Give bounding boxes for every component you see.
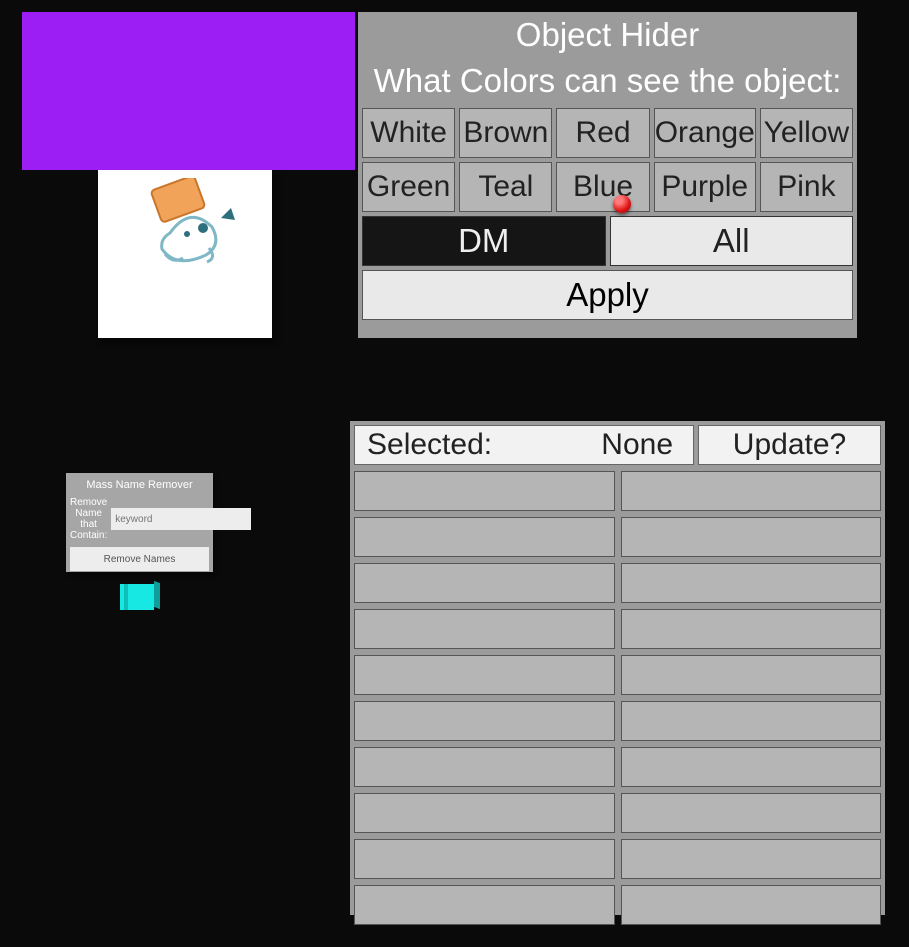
color-purple[interactable]: Purple	[654, 162, 756, 212]
selection-list-panel: Selected: None Update?	[350, 421, 885, 915]
list-item[interactable]	[354, 655, 615, 695]
dm-button[interactable]: DM	[362, 216, 606, 266]
list-item[interactable]	[621, 563, 882, 603]
object-hider-panel: Object Hider What Colors can see the obj…	[358, 12, 857, 338]
remover-label: Remove Name that Contain:	[70, 497, 107, 541]
list-item[interactable]	[354, 517, 615, 557]
list-item[interactable]	[621, 747, 882, 787]
tool-panel-purple[interactable]	[22, 12, 355, 170]
cyan-object-token[interactable]	[124, 584, 154, 610]
list-item[interactable]	[354, 793, 615, 833]
selected-value: None	[601, 428, 673, 462]
color-green[interactable]: Green	[362, 162, 455, 212]
list-item[interactable]	[621, 609, 882, 649]
all-button[interactable]: All	[610, 216, 854, 266]
list-item[interactable]	[354, 701, 615, 741]
color-yellow[interactable]: Yellow	[760, 108, 853, 158]
color-blue[interactable]: Blue	[556, 162, 649, 212]
color-teal[interactable]: Teal	[459, 162, 552, 212]
object-hider-title: Object Hider	[358, 12, 857, 54]
list-item[interactable]	[621, 471, 882, 511]
selected-label: Selected:	[367, 428, 492, 462]
list-item[interactable]	[621, 655, 882, 695]
list-item[interactable]	[354, 885, 615, 925]
color-white[interactable]: White	[362, 108, 455, 158]
list-item[interactable]	[354, 563, 615, 603]
list-item[interactable]	[621, 517, 882, 557]
apply-button[interactable]: Apply	[362, 270, 853, 320]
list-item[interactable]	[354, 839, 615, 879]
vr-laser-cursor-icon	[613, 195, 631, 213]
remove-names-button[interactable]: Remove Names	[70, 547, 209, 571]
selected-readout: Selected: None	[354, 425, 694, 465]
list-item[interactable]	[621, 885, 882, 925]
remover-title: Mass Name Remover	[66, 473, 213, 497]
color-red[interactable]: Red	[556, 108, 649, 158]
list-item[interactable]	[354, 471, 615, 511]
remover-keyword-input[interactable]	[111, 508, 251, 530]
list-item[interactable]	[621, 793, 882, 833]
color-pink[interactable]: Pink	[760, 162, 853, 212]
mass-name-remover-panel: Mass Name Remover Remove Name that Conta…	[66, 473, 213, 572]
object-hider-subtitle: What Colors can see the object:	[358, 54, 857, 100]
list-item[interactable]	[354, 609, 615, 649]
creature-icon	[125, 178, 245, 268]
selection-grid	[354, 471, 881, 903]
list-item[interactable]	[354, 747, 615, 787]
color-grid: White Brown Red Orange Yellow Green Teal…	[358, 100, 857, 212]
update-button[interactable]: Update?	[698, 425, 881, 465]
color-brown[interactable]: Brown	[459, 108, 552, 158]
list-item[interactable]	[621, 839, 882, 879]
list-item[interactable]	[621, 701, 882, 741]
color-orange[interactable]: Orange	[654, 108, 756, 158]
picture-card[interactable]	[98, 170, 272, 338]
